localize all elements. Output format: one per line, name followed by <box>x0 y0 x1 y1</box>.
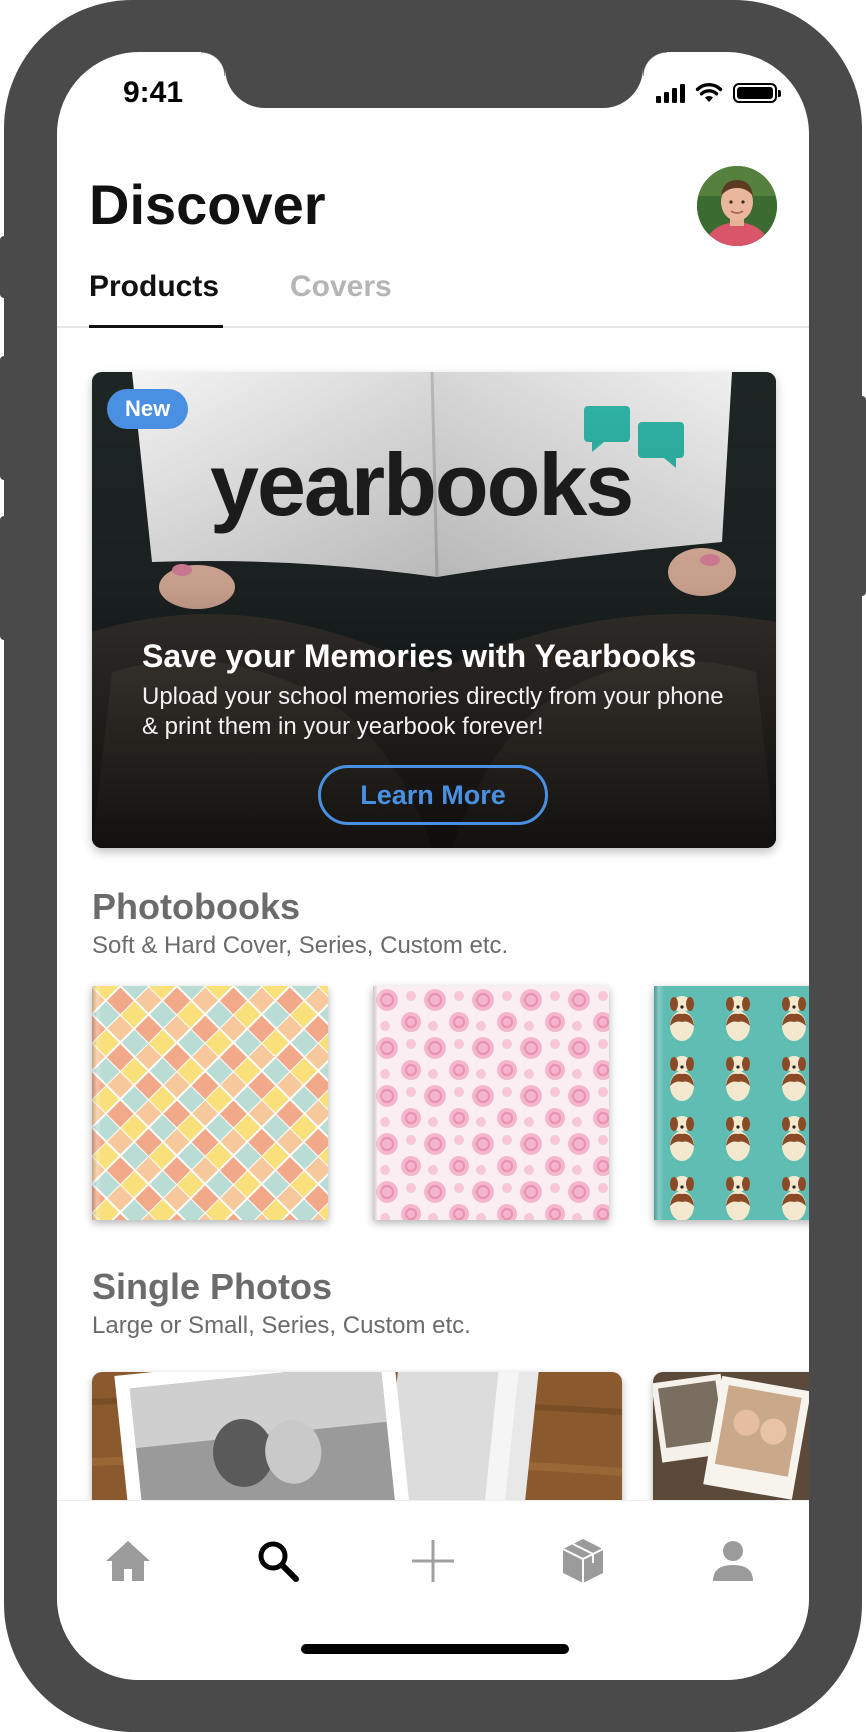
battery-icon <box>733 83 781 103</box>
learn-more-button[interactable]: Learn More <box>318 765 548 825</box>
new-badge: New <box>107 389 189 429</box>
tab-bar: Products Covers <box>57 266 809 328</box>
status-icons <box>656 82 781 104</box>
avatar[interactable] <box>697 166 777 246</box>
cellular-signal-icon <box>656 83 685 103</box>
yearbooks-banner[interactable]: New yearbooks Save your Memories with Ye… <box>92 372 776 848</box>
photobook-pink-rose-pattern[interactable] <box>373 986 609 1220</box>
screen: 9:41 Discover Products Covers New yearbo… <box>57 52 809 1680</box>
status-time: 9:41 <box>123 76 184 109</box>
tab-covers[interactable]: Covers <box>290 270 392 304</box>
tab-products[interactable]: Products <box>89 270 219 304</box>
single-photo-couple-photo-prints[interactable] <box>653 1372 809 1512</box>
banner-heading: Save your Memories with Yearbooks <box>142 638 697 674</box>
box-icon <box>562 1539 604 1583</box>
nav-profile[interactable] <box>703 1531 763 1591</box>
app-mockup: 9:41 Discover Products Covers New yearbo… <box>0 0 866 1732</box>
profile-icon <box>713 1541 753 1581</box>
volume-down-button <box>0 516 8 640</box>
photobook-pastel-diamond-pattern[interactable] <box>92 986 328 1220</box>
power-button <box>858 396 866 596</box>
section-title-single-photos: Single Photos <box>92 1266 333 1307</box>
single-photo-wedding-photo-prints[interactable] <box>92 1372 622 1512</box>
section-title-photobooks: Photobooks <box>92 886 300 927</box>
wifi-icon <box>695 83 723 102</box>
nav-orders[interactable] <box>553 1531 613 1591</box>
notch <box>201 52 667 108</box>
nav-create[interactable] <box>403 1531 463 1591</box>
banner-description: Upload your school memories directly fro… <box>142 683 724 740</box>
home-indicator <box>301 1644 569 1654</box>
plus-icon <box>412 1540 454 1582</box>
nav-search[interactable] <box>248 1531 308 1591</box>
tab-active-indicator <box>89 325 223 328</box>
section-subtitle-single-photos: Large or Small, Series, Custom etc. <box>92 1312 471 1339</box>
volume-up-button <box>0 356 8 480</box>
photobook-dog-pattern[interactable] <box>654 986 809 1220</box>
section-subtitle-photobooks: Soft & Hard Cover, Series, Custom etc. <box>92 932 509 959</box>
nav-home[interactable] <box>98 1531 158 1591</box>
mute-switch <box>0 236 8 298</box>
search-icon <box>258 1541 299 1582</box>
page-title: Discover <box>89 173 326 236</box>
home-icon <box>106 1541 150 1581</box>
yearbooks-logo-text: yearbooks <box>210 435 634 534</box>
